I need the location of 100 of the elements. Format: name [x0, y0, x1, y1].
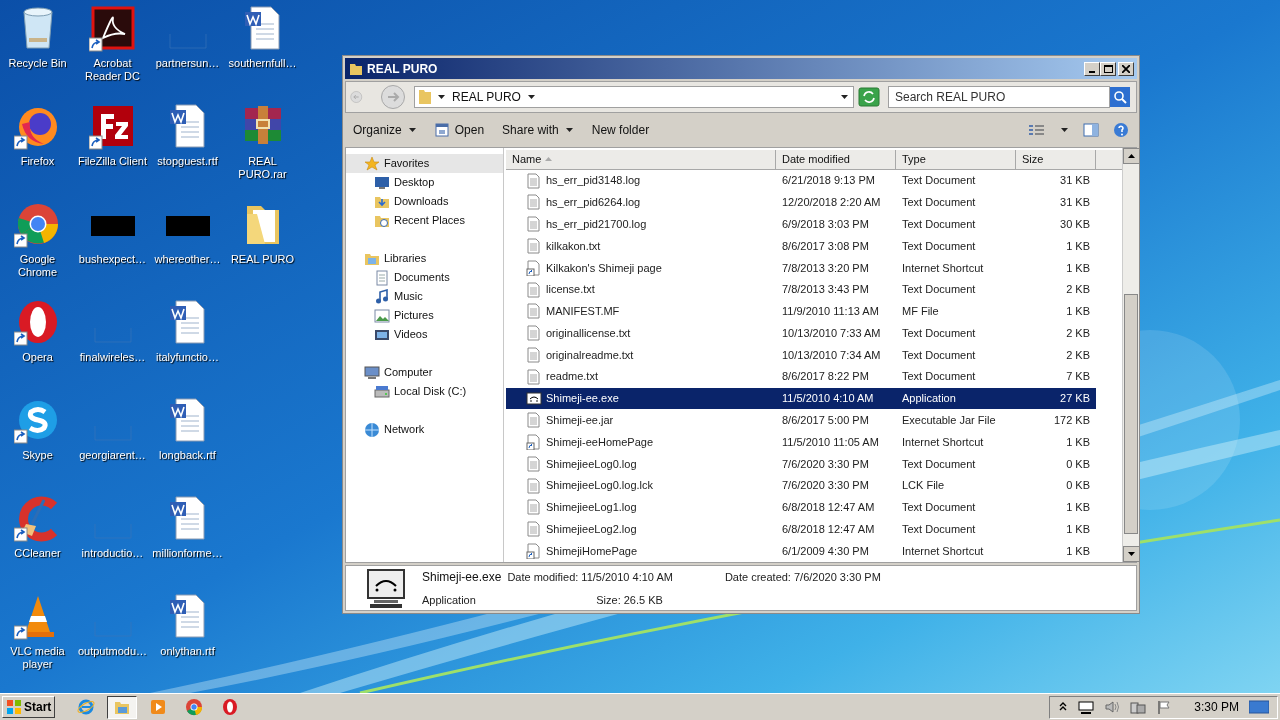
scroll-down-button[interactable] — [1123, 546, 1140, 562]
date-created-text: Date created: 7/6/2020 3:30 PM — [724, 569, 881, 585]
scrollbar[interactable] — [1122, 148, 1139, 562]
clock[interactable]: 3:30 PM — [1194, 698, 1239, 716]
desktop-icon-label[interactable]: millionforme… — [152, 547, 223, 560]
toolbar-button[interactable]: Organize — [353, 121, 417, 140]
file-row[interactable]: Shimeji-eeHomePage 11/5/2010 11:05 AM Internet Shortcut 1 KB — [506, 431, 1096, 453]
file-row[interactable]: hs_err_pid6264.log 12/20/2018 2:20 AM Text Document 31 KB — [506, 191, 1096, 214]
desktop-icon-label[interactable]: whereother… — [154, 253, 221, 266]
file-row[interactable]: ShimejiHomePage 6/1/2009 4:30 PM Internet Shortcut 1 KB — [506, 540, 1096, 562]
scrollbar-thumb[interactable] — [1124, 294, 1138, 534]
date-modified-cell: 8/6/2017 5:00 PM — [782, 414, 869, 427]
disk-drive-icon — [374, 383, 390, 400]
preview-pane-icon[interactable] — [1083, 123, 1099, 138]
desktop-icon-label[interactable]: finalwireles… — [79, 351, 146, 364]
help-icon[interactable] — [1113, 122, 1129, 139]
desktop-icon-label[interactable]: CCleaner — [14, 547, 61, 560]
desktop-icon-label[interactable]: VLC media player — [0, 645, 75, 671]
sidebar-item[interactable]: Music — [346, 287, 503, 306]
file-type-cell: Text Document — [902, 326, 976, 339]
file-row[interactable]: Shimeji-ee.jar 8/6/2017 5:00 PM Executable Jar File 172 KB — [506, 409, 1096, 432]
sidebar-item[interactable]: Pictures — [346, 306, 503, 325]
desktop-icon-label[interactable]: REAL PURO — [230, 253, 295, 266]
desktop-icon-label[interactable]: georgiarent… — [79, 449, 146, 462]
monitor-icon[interactable] — [1078, 699, 1095, 715]
shortcut-icon — [526, 543, 542, 559]
pdf-reader-icon[interactable] — [88, 4, 137, 52]
file-row[interactable]: ShimejieeLog0.log 7/6/2020 3:30 PM Text Document 0 KB — [506, 452, 1096, 475]
file-type-cell: MF File — [902, 305, 939, 318]
toolbar-button[interactable]: New folder — [591, 121, 650, 140]
desktop-icon-label[interactable]: onlythan.rtf — [160, 645, 215, 658]
column-header[interactable]: Type — [896, 150, 1016, 170]
speaker-icon[interactable] — [1104, 699, 1121, 715]
dropdown-caret-icon[interactable] — [840, 93, 849, 102]
file-row[interactable]: kilkakon.txt 8/6/2017 3:08 PM Text Document 1 KB — [506, 235, 1096, 257]
sidebar-item[interactable]: Favorites — [346, 154, 503, 173]
minimize-button[interactable] — [1084, 61, 1100, 76]
address-bar[interactable]: REAL PURO — [414, 86, 854, 109]
file-row[interactable]: Shimeji-ee.exe 11/5/2010 4:10 AM Application 27 KB — [506, 387, 1096, 410]
desktop-icon-label[interactable]: FileZilla Client — [77, 155, 148, 168]
column-header[interactable]: Size — [1016, 150, 1096, 170]
sidebar-item[interactable]: Documents — [346, 268, 503, 287]
file-row[interactable]: hs_err_pid21700.log 6/9/2018 3:03 PM Text Document 30 KB — [506, 213, 1096, 236]
maximize-button[interactable] — [1100, 61, 1116, 76]
file-row[interactable]: hs_err_pid3148.log 6/21/2018 9:13 PM Text Document 31 KB — [506, 169, 1096, 192]
desktop-icon-label[interactable]: outputmodu… — [77, 645, 148, 658]
sidebar-item[interactable]: Downloads — [346, 192, 503, 211]
desktop-icon-label[interactable]: italyfunctio… — [156, 351, 219, 364]
file-row[interactable]: ShimejieeLog0.log.lck 7/6/2020 3:30 PM LCK File 0 KB — [506, 474, 1096, 497]
close-button[interactable] — [1118, 61, 1134, 76]
desktop-icon-label[interactable]: longback.rtf — [159, 449, 216, 462]
sidebar-item[interactable]: Videos — [346, 325, 503, 344]
desktop-icon-label[interactable]: southernfull… — [228, 57, 297, 70]
network-icon[interactable] — [1130, 699, 1147, 715]
desktop-icon-label[interactable]: REAL PURO.rar — [225, 155, 300, 181]
file-row[interactable]: ShimejieeLog1.log 6/8/2018 12:47 AM Text Document 1 KB — [506, 496, 1096, 519]
desktop-icon-label[interactable]: Opera — [22, 351, 53, 364]
caret-icon[interactable] — [526, 93, 536, 102]
desktop-icon-label[interactable]: Google Chrome — [0, 253, 75, 279]
file-row[interactable]: MANIFEST.MF 11/9/2010 11:13 AM MF File 1 KB — [506, 300, 1096, 323]
view-options-icon[interactable] — [1028, 123, 1046, 138]
desktop-icon-label[interactable]: introductio… — [81, 547, 144, 560]
desktop-icon-label[interactable]: partnersun… — [155, 57, 220, 70]
refresh-button[interactable] — [858, 87, 880, 108]
sidebar-item[interactable]: Desktop — [346, 173, 503, 192]
desktop-icon-label[interactable]: bushexpect… — [78, 253, 147, 266]
desktop-icon-label[interactable]: Firefox — [20, 155, 55, 168]
file-row[interactable]: originallicense.txt 10/13/2010 7:33 AM Text Document 2 KB — [506, 322, 1096, 345]
search-button[interactable] — [1110, 87, 1130, 108]
caret-icon[interactable] — [1060, 126, 1069, 135]
file-row[interactable]: readme.txt 8/6/2017 8:22 PM Text Document 7 KB — [506, 365, 1096, 388]
taskbar-button[interactable] — [107, 695, 138, 719]
file-type-cell: Text Document — [902, 501, 976, 514]
sidebar-item[interactable]: Network — [346, 420, 503, 439]
sidebar-item[interactable]: Computer — [346, 363, 503, 382]
column-header[interactable]: Date modified — [776, 150, 896, 170]
file-name: MANIFEST.MF — [546, 304, 620, 320]
toolbar-button[interactable]: Share with — [502, 121, 574, 140]
start-button[interactable]: Start — [2, 696, 56, 718]
caret-icon[interactable] — [437, 93, 446, 102]
file-row[interactable]: originalreadme.txt 10/13/2010 7:34 AM Text Document 2 KB — [506, 344, 1096, 366]
sidebar-item[interactable]: Libraries — [346, 249, 503, 268]
file-size-cell-text: 1 KB — [1066, 238, 1090, 254]
desktop-icon-label[interactable]: Skype — [22, 449, 53, 462]
file-row[interactable]: Kilkakon's Shimeji page 7/8/2013 3:20 PM Internet Shortcut 1 KB — [506, 256, 1096, 279]
desktop-icon-label[interactable]: Recycle Bin — [8, 57, 67, 70]
date-modified-cell: 7/6/2020 3:30 PM — [782, 457, 869, 470]
flag-icon[interactable] — [1156, 699, 1173, 715]
sidebar-item[interactable]: Recent Places — [346, 211, 503, 230]
file-type-cell: Executable Jar File — [902, 414, 996, 427]
desktop-icon-label[interactable]: Acrobat Reader DC — [75, 57, 150, 83]
sidebar-item[interactable]: Local Disk (C:) — [346, 382, 503, 401]
column-header[interactable]: Name — [506, 150, 776, 170]
toolbar-button[interactable]: Open — [434, 121, 485, 140]
search-field[interactable]: Search REAL PURO — [888, 86, 1110, 109]
file-row[interactable]: license.txt 7/8/2013 3:43 PM Text Document 2 KB — [506, 278, 1096, 301]
date-modified-cell: 11/9/2010 11:13 AM — [782, 305, 879, 318]
desktop-icon-label[interactable]: stopguest.rtf — [157, 155, 218, 168]
file-row[interactable]: ShimejieeLog2.log 6/8/2018 12:47 AM Text Document 1 KB — [506, 518, 1096, 541]
scroll-up-button[interactable] — [1123, 148, 1140, 164]
